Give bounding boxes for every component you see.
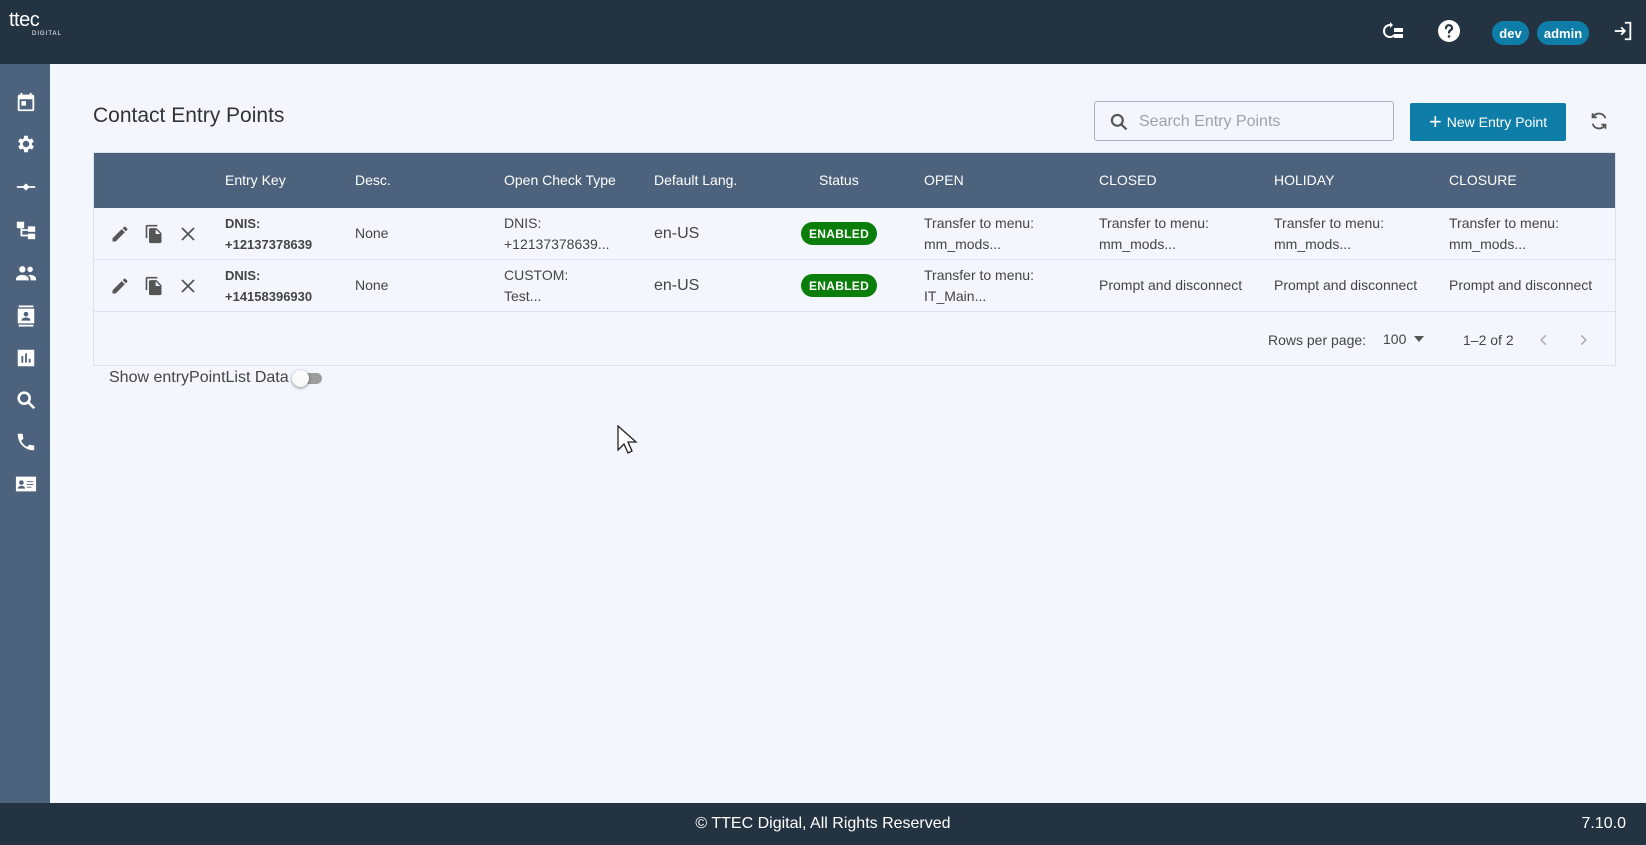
table-header: Entry Key Desc. Open Check Type Default …: [94, 153, 1615, 208]
open-action-line1: Transfer to menu:: [924, 267, 1034, 283]
holiday-action: Prompt and disconnect: [1274, 277, 1418, 293]
help-icon[interactable]: [1436, 18, 1462, 44]
column-entry-key[interactable]: Entry Key: [225, 172, 286, 188]
plus-icon: +: [1428, 109, 1442, 134]
table-row[interactable]: DNIS: +12137378639 None DNIS: +121373786…: [94, 208, 1615, 260]
open-check-type-line1: CUSTOM:: [504, 267, 569, 283]
delete-icon[interactable]: [177, 223, 199, 245]
column-default-lang[interactable]: Default Lang.: [654, 172, 737, 188]
env-chip[interactable]: dev: [1492, 21, 1529, 45]
show-data-toggle-label: Show entryPointList Data: [109, 369, 289, 386]
closure-action: Prompt and disconnect: [1449, 277, 1593, 293]
pagination-range: 1–2 of 2: [1463, 332, 1514, 348]
search-input[interactable]: [1139, 110, 1379, 134]
edit-icon[interactable]: [109, 275, 131, 297]
refresh-icon[interactable]: [1586, 108, 1612, 134]
entry-key-number: +14158396930: [225, 289, 313, 304]
entry-points-table: Entry Key Desc. Open Check Type Default …: [93, 152, 1616, 366]
copyright-text: © TTEC Digital, All Rights Reserved: [695, 815, 951, 832]
column-open[interactable]: OPEN: [924, 172, 964, 188]
search-box[interactable]: [1094, 101, 1394, 141]
closed-action-line1: Transfer to menu:: [1099, 215, 1209, 231]
table-row[interactable]: DNIS: +14158396930 None CUSTOM: Test... …: [94, 260, 1615, 312]
version-text: 7.10.0: [1581, 815, 1626, 832]
closure-action-line2: mm_mods...: [1449, 236, 1527, 252]
closure-action-line1: Transfer to menu:: [1449, 215, 1559, 231]
switch-tenant-icon[interactable]: [1380, 18, 1406, 44]
show-data-toggle[interactable]: [292, 370, 322, 387]
copy-icon[interactable]: [143, 223, 165, 245]
page-title: Contact Entry Points: [93, 104, 285, 127]
column-open-check-type[interactable]: Open Check Type: [504, 172, 616, 188]
previous-page-icon[interactable]: [1533, 329, 1555, 351]
footer: © TTEC Digital, All Rights Reserved 7.10…: [0, 803, 1646, 845]
sidebar: [0, 64, 50, 803]
ttec-logo[interactable]: ttec DIGITAL: [9, 10, 61, 40]
open-check-type-line2: Test...: [504, 288, 542, 304]
settings-icon[interactable]: [15, 133, 37, 155]
copy-icon[interactable]: [143, 275, 165, 297]
top-bar: ttec DIGITAL dev admin: [0, 0, 1646, 64]
status-badge: ENABLED: [801, 274, 877, 297]
phone-icon[interactable]: [15, 431, 37, 453]
search-icon[interactable]: [15, 389, 37, 411]
default-lang-cell: en-US: [654, 225, 700, 242]
holiday-action-line2: mm_mods...: [1274, 236, 1352, 252]
closed-action: Prompt and disconnect: [1099, 277, 1243, 293]
user-chip[interactable]: admin: [1537, 21, 1589, 45]
desc-cell: None: [355, 225, 389, 241]
column-desc[interactable]: Desc.: [355, 172, 391, 188]
open-action-line1: Transfer to menu:: [924, 215, 1034, 231]
column-status[interactable]: Status: [819, 172, 859, 188]
open-check-type-line2: +12137378639...: [504, 236, 610, 252]
logo-text: ttec: [9, 9, 40, 31]
holiday-action-line1: Transfer to menu:: [1274, 215, 1384, 231]
delete-icon[interactable]: [177, 275, 199, 297]
closed-action-line2: mm_mods...: [1099, 236, 1177, 252]
open-action-line2: IT_Main...: [924, 288, 987, 304]
mouse-cursor-icon: [617, 424, 639, 460]
entry-key-type: DNIS:: [225, 268, 261, 283]
desc-cell: None: [355, 277, 389, 293]
contact-card-icon[interactable]: [15, 473, 37, 495]
search-field-icon: [1109, 112, 1129, 137]
contacts-icon[interactable]: [15, 305, 37, 327]
open-check-type-line1: DNIS:: [504, 215, 542, 231]
entry-key-type: DNIS:: [225, 216, 261, 231]
status-badge: ENABLED: [801, 222, 877, 245]
rows-per-page-label: Rows per page:: [1268, 332, 1367, 348]
chevron-down-icon: [1414, 336, 1425, 342]
toggle-knob: [292, 370, 309, 387]
rows-per-page-value: 100: [1383, 331, 1407, 347]
new-entry-point-button[interactable]: + New Entry Point: [1410, 103, 1566, 141]
logo-subtext: DIGITAL: [32, 31, 62, 37]
flow-icon[interactable]: [15, 219, 37, 241]
reports-icon[interactable]: [15, 347, 37, 369]
logout-icon[interactable]: [1610, 18, 1636, 44]
transfer-icon[interactable]: [15, 176, 37, 198]
edit-icon[interactable]: [109, 223, 131, 245]
next-page-icon[interactable]: [1572, 329, 1594, 351]
new-entry-point-label: New Entry Point: [1446, 114, 1548, 130]
calendar-icon[interactable]: [15, 91, 37, 113]
column-closed[interactable]: CLOSED: [1099, 172, 1157, 188]
entry-key-number: +12137378639: [225, 237, 313, 252]
column-holiday[interactable]: HOLIDAY: [1274, 172, 1334, 188]
people-icon[interactable]: [15, 262, 37, 284]
default-lang-cell: en-US: [654, 277, 700, 294]
column-closure[interactable]: CLOSURE: [1449, 172, 1517, 188]
open-action-line2: mm_mods...: [924, 236, 1002, 252]
rows-per-page-select[interactable]: 100: [1383, 331, 1425, 347]
